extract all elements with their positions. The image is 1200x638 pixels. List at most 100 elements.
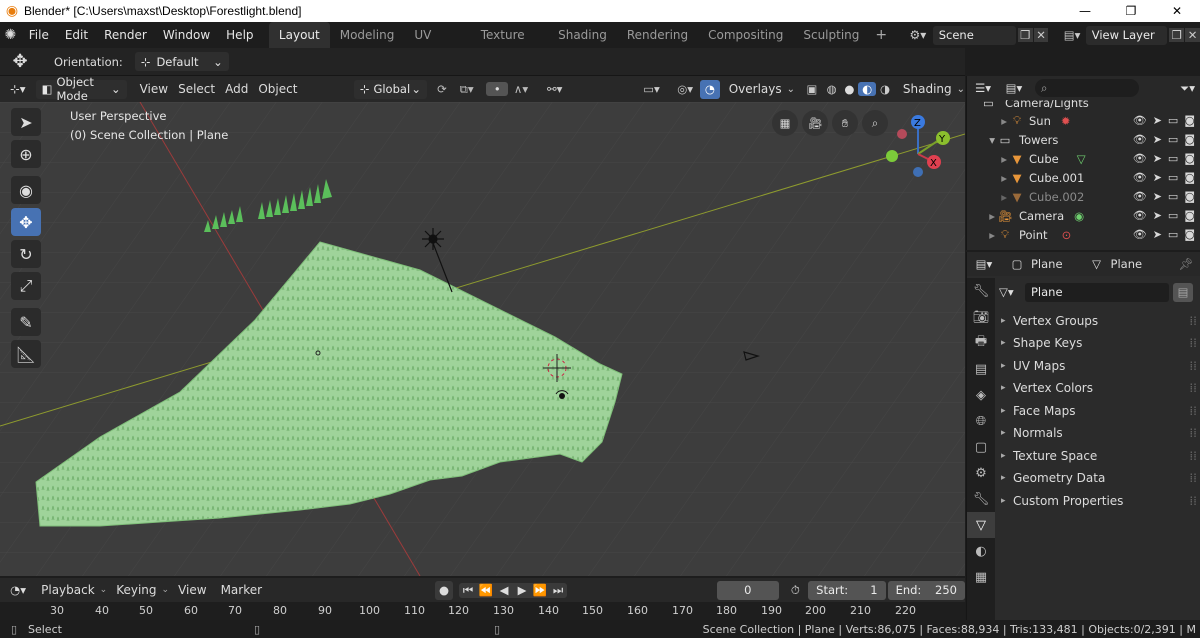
menu-object[interactable]: Object [253,82,302,96]
eye-icon[interactable]: 👁︎ [1133,152,1147,165]
panel-uv-maps[interactable]: ▸ UV Maps ⁞⁞ [1001,355,1197,377]
object-mode-dropdown[interactable]: ◧ Object Mode ⌄ [35,75,127,103]
render-camera-icon[interactable]: ◙ [1184,171,1195,184]
drag-handle-icon[interactable]: ⁞⁞ [1189,471,1197,485]
monitor-icon[interactable]: ▭ [1168,152,1178,165]
falloff-icon[interactable]: ∧▾ [508,82,534,96]
view-layer-icon[interactable]: ▤▾ [1062,28,1081,42]
scene-close-icon[interactable]: ✕ [1033,28,1049,42]
panel-texture-space[interactable]: ▸ Texture Space ⁞⁞ [1001,445,1197,467]
drag-handle-icon[interactable]: ⁞⁞ [1189,359,1197,373]
outliner-row-cube[interactable]: ▸ ▼ Cube ▽ 👁︎ ➤ ▭ ◙ [967,149,1200,168]
monitor-icon[interactable]: ▭ [1168,114,1178,127]
data-breadcrumb[interactable]: Plane [1111,257,1143,271]
filter-icon[interactable]: ⏷▾ [1180,81,1195,96]
properties-type-icon[interactable]: ▤▾ [967,257,1001,271]
drag-handle-icon[interactable]: ⁞⁞ [1189,381,1197,395]
drag-handle-icon[interactable]: ⁞⁞ [1189,426,1197,440]
monitor-icon[interactable]: ▭ [1168,228,1178,241]
cursor-tool-icon[interactable]: ⊕ [11,140,41,168]
drag-handle-icon[interactable]: ⁞⁞ [1189,449,1197,463]
scale-tool-icon[interactable]: ⤢ [11,272,41,300]
drag-handle-icon[interactable]: ⁞⁞ [1189,314,1197,328]
select-arrow-icon[interactable]: ➤ [1153,133,1162,146]
eye-icon[interactable]: 👁︎ [1133,228,1147,241]
scene-copy-icon[interactable]: ❐ [1017,28,1033,42]
view-layer-field[interactable]: View Layer [1085,25,1168,45]
outliner-row-camera[interactable]: ▸ 🎥︎ Camera ◉ 👁︎ ➤ ▭ ◙ [967,206,1200,225]
start-frame-field[interactable]: Start: 1 [808,580,886,600]
mesh-datablock-icon[interactable]: ▽▾ [999,285,1025,299]
overlays-dropdown[interactable]: Overlays [724,82,787,96]
menu-marker[interactable]: Marker [216,583,267,597]
world-tab-icon[interactable]: 🌐︎ [967,408,995,434]
move-view-icon[interactable]: ◉ [11,176,41,204]
record-icon[interactable]: ● [435,580,454,600]
shading-dropdown[interactable]: Shading [898,82,957,96]
tab-rendering[interactable]: Rendering [617,22,698,48]
menu-select[interactable]: Select [173,82,220,96]
texture-tab-icon[interactable]: ▦ [967,564,995,590]
stopwatch-icon[interactable]: ⏱ [785,583,807,598]
eye-icon[interactable]: 👁︎ [1133,171,1147,184]
panel-shape-keys[interactable]: ▸ Shape Keys ⁞⁞ [1001,332,1197,354]
outliner-search-input[interactable]: ⌕ [1035,79,1139,97]
tab-uv-editing[interactable]: UV Editing [404,22,470,68]
view-layer-close-icon[interactable]: ✕ [1185,28,1200,42]
eye-icon[interactable]: 👁︎ [1133,133,1147,146]
xray-icon[interactable]: ▣ [801,82,823,96]
transform-orientation-dropdown[interactable]: ⊹ Global ⌄ [353,79,428,99]
outliner-row-sun[interactable]: ▸ 💡︎ Sun ✹ 👁︎ ➤ ▭ ◙ [967,111,1200,130]
select-arrow-icon[interactable]: ➤ [1153,190,1162,203]
mesh-data-tab-icon[interactable]: ▽ [967,512,995,538]
menu-add[interactable]: Add [220,82,253,96]
play-icon[interactable]: ▶ [513,583,531,598]
drag-handle-icon[interactable]: ⁞⁞ [1189,494,1197,508]
orientation-dropdown[interactable]: ⊹ Default ⌄ [134,52,229,71]
drag-handle-icon[interactable]: ⁞⁞ [1189,336,1197,350]
maximize-icon[interactable]: ❐ [1108,0,1154,22]
pin-icon[interactable]: 📌︎ [1178,257,1193,271]
drag-handle-icon[interactable]: ⁞⁞ [1189,404,1197,418]
panel-vertex-groups[interactable]: ▸ Vertex Groups ⁞⁞ [1001,310,1197,332]
render-camera-icon[interactable]: ◙ [1184,209,1195,222]
solid-shading-icon[interactable]: ● [841,82,859,96]
wireframe-shading-icon[interactable]: ◍ [823,82,841,96]
view-layer-tab-icon[interactable]: ▤ [967,356,995,382]
camera-view-icon[interactable]: 🎥︎ [802,110,828,136]
render-camera-icon[interactable]: ◙ [1184,133,1195,146]
panel-vertex-colors[interactable]: ▸ Vertex Colors ⁞⁞ [1001,377,1197,399]
menu-timeline-view[interactable]: View [173,583,211,597]
constraints-tab-icon[interactable]: ⚙ [967,460,995,486]
snap-icon[interactable]: ⧉▾ [453,82,481,97]
chevron-down-icon[interactable]: ⌄ [787,84,795,95]
tab-modeling[interactable]: Modeling [330,22,405,48]
jump-end-icon[interactable]: ⏭ [549,583,567,598]
render-camera-icon[interactable]: ◙ [1184,152,1195,165]
navigation-gizmo[interactable]: Z Y X [884,114,954,184]
select-arrow-icon[interactable]: ➤ [1153,114,1162,127]
material-shading-icon[interactable]: ◐ [858,82,877,96]
measure-tool-icon[interactable]: 📐︎ [11,340,41,368]
proportional-edit-icon[interactable]: • [486,82,509,96]
monitor-icon[interactable]: ▭ [1168,171,1178,184]
menu-edit[interactable]: Edit [57,28,96,42]
rotate-tool-icon[interactable]: ↻ [11,240,41,268]
pivot-icon[interactable]: ⟳ [431,82,453,96]
monitor-icon[interactable]: ▭ [1168,133,1178,146]
output-tab-icon[interactable]: 🖶︎ [967,330,995,356]
visibility-icon[interactable]: ◎▾ [670,82,700,96]
modifier-tab-icon[interactable]: 🔧︎ [967,486,995,512]
chevron-down-icon[interactable]: ⌄ [957,84,965,95]
render-camera-icon[interactable]: ◙ [1184,228,1195,241]
tab-shading[interactable]: Shading [548,22,617,48]
minimize-icon[interactable]: — [1062,0,1108,22]
menu-playback[interactable]: Playback [36,583,100,597]
add-workspace-icon[interactable]: + [869,27,893,43]
editor-type-icon[interactable]: ⊹▾ [0,82,36,96]
outliner-row-cube-002[interactable]: ▸ ▼ Cube.002 👁︎ ➤ ▭ ◙ [967,187,1200,206]
panel-normals[interactable]: ▸ Normals ⁞⁞ [1001,422,1197,444]
gizmo-toggle-icon[interactable]: ◔ [699,79,720,99]
outliner-row-cube-001[interactable]: ▸ ▼ Cube.001 👁︎ ➤ ▭ ◙ [967,168,1200,187]
close-icon[interactable]: ✕ [1154,0,1200,22]
